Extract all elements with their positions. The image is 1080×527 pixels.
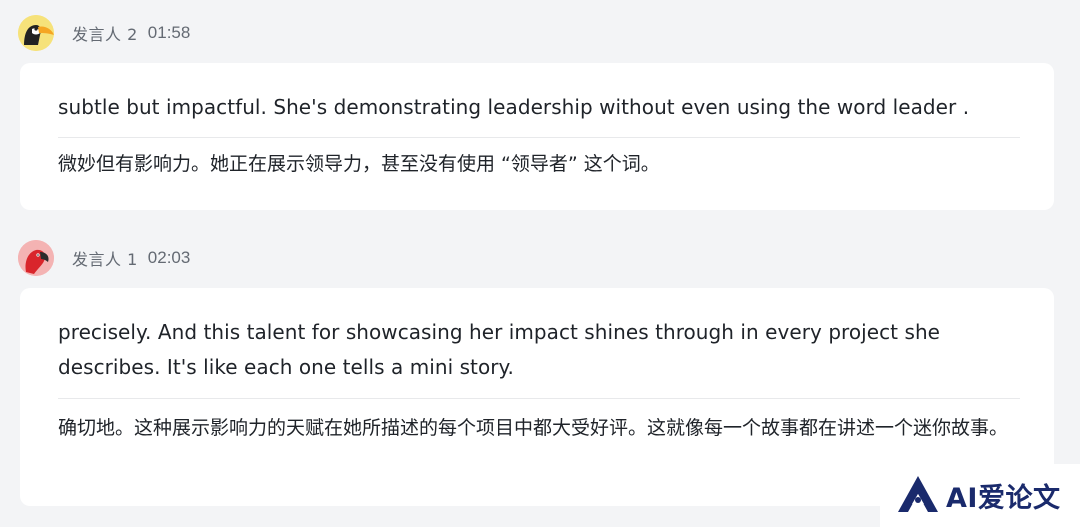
entry-meta: 发言人 1 02:03 <box>18 239 190 277</box>
english-text: subtle but impactful. She's demonstratin… <box>58 95 970 119</box>
divider <box>58 398 1020 399</box>
timestamp[interactable]: 01:58 <box>148 23 191 43</box>
ai-logo-icon <box>896 474 940 518</box>
divider <box>58 137 1020 138</box>
english-text: precisely. And this talent for showcasin… <box>58 320 941 379</box>
watermark-text: AI爱论文 <box>946 483 1061 514</box>
timestamp[interactable]: 02:03 <box>148 248 191 268</box>
watermark: AI爱论文 <box>880 464 1080 527</box>
entry-meta: 发言人 2 01:58 <box>18 14 190 52</box>
toucan-icon[interactable] <box>18 15 54 51</box>
chinese-translation: 微妙但有影响力。她正在展示领导力，甚至没有使用 “领导者” 这个词。 <box>58 153 660 175</box>
speaker-name: 发言人 1 <box>72 250 138 269</box>
chinese-translation: 确切地。这种展示影响力的天赋在她所描述的每个项目中都大受好评。这就像每一个故事都… <box>58 417 1009 439</box>
parrot-icon[interactable] <box>18 240 54 276</box>
speaker-name: 发言人 2 <box>72 25 138 44</box>
message-card: subtle but impactful. She's demonstratin… <box>20 63 1054 210</box>
